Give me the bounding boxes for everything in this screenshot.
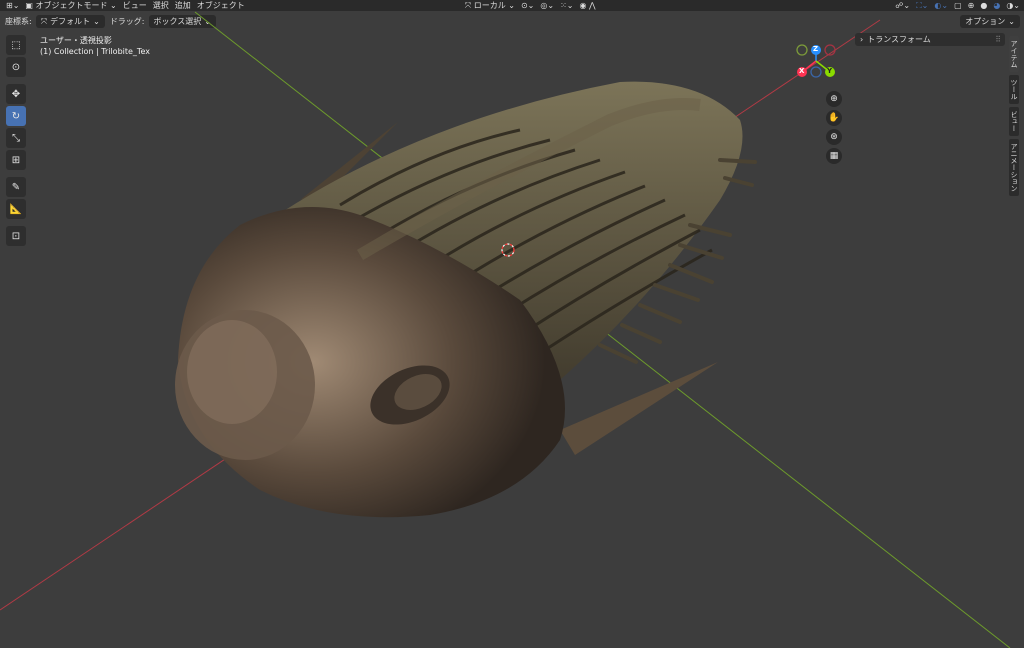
tool-shelf: ⬚ ⊙ ✥ ↻ ⤡ ⊞ ✎ 📐 ⊡	[4, 35, 28, 248]
view-name: ユーザー・透視投影	[40, 36, 112, 45]
select-box-icon[interactable]: ⬚	[6, 35, 26, 55]
tab-view[interactable]: ビュー	[1009, 107, 1019, 136]
move-tool-icon[interactable]: ✥	[6, 84, 26, 104]
trilobite-model	[175, 81, 757, 518]
tab-tool[interactable]: ツール	[1009, 75, 1019, 104]
cursor-tool-icon[interactable]: ⊙	[6, 57, 26, 77]
scale-tool-icon[interactable]: ⤡	[6, 128, 26, 148]
zoom-icon[interactable]: ⊕	[826, 91, 842, 107]
viewport-info: ユーザー・透視投影 (1) Collection | Trilobite_Tex	[40, 35, 150, 57]
gizmo-x-label: X	[799, 67, 805, 75]
gizmo-neg-y-axis	[796, 44, 808, 56]
drag-handle-icon[interactable]: ⠿	[995, 35, 1001, 44]
sidebar-tabs: アイテム ツール ビュー アニメーション	[1009, 36, 1022, 199]
measure-tool-icon[interactable]: 📐	[6, 199, 26, 219]
camera-view-icon[interactable]: ⊛	[826, 129, 842, 145]
collection-info: (1) Collection | Trilobite_Tex	[40, 47, 150, 56]
viewport[interactable]	[0, 0, 1024, 648]
transform-tool-icon[interactable]: ⊞	[6, 150, 26, 170]
gizmo-z-label: Z	[813, 45, 819, 53]
annotate-tool-icon[interactable]: ✎	[6, 177, 26, 197]
transform-section-label: トランスフォーム	[867, 35, 931, 44]
tab-item[interactable]: アイテム	[1009, 36, 1019, 72]
transform-panel-header[interactable]: › トランスフォーム ⠿	[855, 33, 1005, 46]
gizmo-y-label: Y	[827, 67, 833, 75]
rotate-tool-icon[interactable]: ↻	[6, 106, 26, 126]
perspective-grid-icon[interactable]: ▦	[826, 148, 842, 164]
right-genal-spine	[560, 362, 718, 455]
add-cube-tool-icon[interactable]: ⊡	[6, 226, 26, 246]
tab-animation[interactable]: アニメーション	[1009, 139, 1019, 196]
pan-hand-icon[interactable]: ✋	[826, 110, 842, 126]
chevron-right-icon: ›	[860, 35, 864, 44]
gizmo-neg-z-axis	[810, 66, 822, 78]
